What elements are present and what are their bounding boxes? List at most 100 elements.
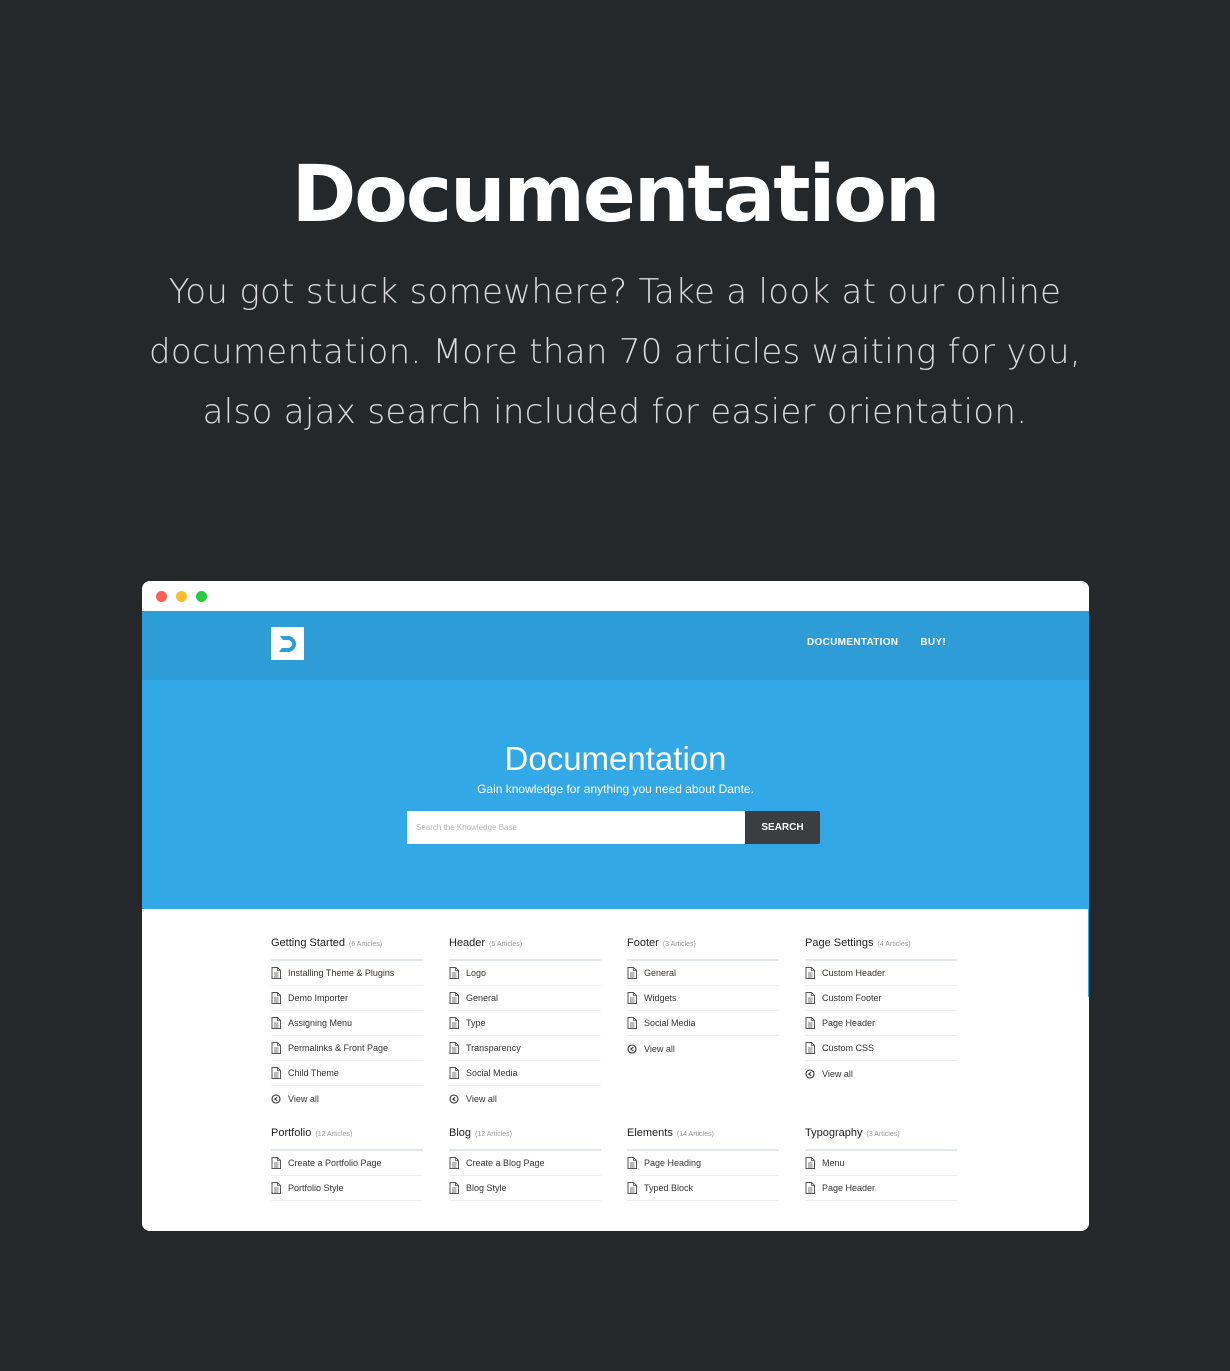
category-title[interactable]: Page Settings xyxy=(805,937,874,949)
category-title[interactable]: Blog xyxy=(449,1127,471,1139)
article-link[interactable]: Demo Importer xyxy=(271,986,423,1011)
category-grid: Getting Started (6 Articles) Installing Th… xyxy=(271,935,957,1201)
article-title: Child Theme xyxy=(288,1068,339,1078)
view-all-link[interactable]: View all xyxy=(449,1086,601,1111)
circle-arrow-icon xyxy=(805,1068,815,1079)
category-column: Footer (3 Articles) General Widgets Social M… xyxy=(627,935,779,1111)
category-header: Portfolio (12 Articles) xyxy=(271,1125,423,1151)
category-column: Portfolio (12 Articles) Create a Portfolio… xyxy=(271,1125,423,1201)
minimize-window-dot[interactable] xyxy=(176,591,187,602)
article-title: Demo Importer xyxy=(288,993,349,1003)
category-column: Blog (12 Articles) Create a Blog Page Blog … xyxy=(449,1125,601,1201)
view-all-link[interactable]: View all xyxy=(271,1086,423,1111)
nav-link-buy[interactable]: BUY! xyxy=(920,637,946,648)
document-icon xyxy=(805,992,815,1004)
article-link[interactable]: Menu xyxy=(805,1151,957,1176)
article-link[interactable]: Widgets xyxy=(627,986,779,1011)
document-icon xyxy=(449,1017,459,1029)
article-title: Page Heading xyxy=(644,1158,702,1168)
article-link[interactable]: Custom Header xyxy=(805,961,957,986)
article-title: Create a Blog Page xyxy=(466,1158,545,1168)
article-link[interactable]: Typed Block xyxy=(627,1176,779,1201)
article-link[interactable]: Type xyxy=(449,1011,601,1036)
category-header: Header (5 Articles) xyxy=(449,935,601,961)
search-input[interactable] xyxy=(407,811,745,844)
article-title: Social Media xyxy=(644,1018,696,1028)
article-title: Assigning Menu xyxy=(288,1018,353,1028)
search-button[interactable]: SEARCH xyxy=(745,811,820,844)
circle-arrow-icon xyxy=(627,1043,637,1054)
article-link[interactable]: Social Media xyxy=(627,1011,779,1036)
article-link[interactable]: Child Theme xyxy=(271,1061,423,1086)
promo-title: Documentation xyxy=(291,150,941,240)
article-link[interactable]: Page Heading xyxy=(627,1151,779,1176)
article-link[interactable]: Custom Footer xyxy=(805,986,957,1011)
hero-title: Documentation xyxy=(504,740,727,777)
view-all-label: View all xyxy=(822,1068,853,1079)
categories-section: Getting Started (6 Articles) Installing Th… xyxy=(142,909,1089,1231)
article-link[interactable]: Custom CSS xyxy=(805,1036,957,1061)
circle-arrow-icon xyxy=(271,1093,281,1104)
article-link[interactable]: Installing Theme & Plugins xyxy=(271,961,423,986)
category-column: Header (5 Articles) Logo General Type Transpa… xyxy=(449,935,601,1111)
scrollbar[interactable] xyxy=(1088,909,1089,997)
close-window-dot[interactable] xyxy=(156,591,167,602)
article-link[interactable]: Transparency xyxy=(449,1036,601,1061)
document-icon xyxy=(627,1157,637,1169)
category-header: Getting Started (6 Articles) xyxy=(271,935,423,961)
category-header: Footer (3 Articles) xyxy=(627,935,779,961)
article-link[interactable]: Portfolio Style xyxy=(271,1176,423,1201)
view-all-link[interactable]: View all xyxy=(805,1061,957,1086)
category-column: Elements (14 Articles) Page Heading Typed B… xyxy=(627,1125,779,1201)
document-icon xyxy=(271,1017,281,1029)
article-link[interactable]: General xyxy=(627,961,779,986)
category-header: Elements (14 Articles) xyxy=(627,1125,779,1151)
category-header: Typography (3 Articles) xyxy=(805,1125,957,1151)
hero-section: Documentation Gain knowledge for anythin… xyxy=(142,680,1089,909)
article-link[interactable]: Create a Blog Page xyxy=(449,1151,601,1176)
article-link[interactable]: Social Media xyxy=(449,1061,601,1086)
article-title: Custom CSS xyxy=(822,1043,875,1053)
document-icon xyxy=(627,992,637,1004)
article-title: General xyxy=(466,993,499,1003)
article-title: Installing Theme & Plugins xyxy=(288,968,395,978)
category-article-count: (3 Articles) xyxy=(866,1131,900,1138)
category-title[interactable]: Portfolio xyxy=(271,1127,311,1139)
article-link[interactable]: Page Header xyxy=(805,1011,957,1036)
article-link[interactable]: Permalinks & Front Page xyxy=(271,1036,423,1061)
document-icon xyxy=(271,992,281,1004)
category-title[interactable]: Header xyxy=(449,937,485,949)
document-icon xyxy=(627,1182,637,1194)
browser-window: DOCUMENTATION BUY! Documentation Gain kn… xyxy=(142,581,1089,1231)
category-title[interactable]: Elements xyxy=(627,1127,673,1139)
article-title: Custom Header xyxy=(822,968,886,978)
category-article-count: (5 Articles) xyxy=(489,941,523,948)
category-title[interactable]: Getting Started xyxy=(271,937,345,949)
category-article-count: (3 Articles) xyxy=(662,941,696,948)
document-icon xyxy=(627,967,637,979)
category-article-count: (14 Articles) xyxy=(676,1131,714,1138)
category-title[interactable]: Typography xyxy=(805,1127,862,1139)
nav-link-documentation[interactable]: DOCUMENTATION xyxy=(807,637,898,648)
article-link[interactable]: Blog Style xyxy=(449,1176,601,1201)
article-title: Create a Portfolio Page xyxy=(288,1158,382,1168)
article-link[interactable]: Create a Portfolio Page xyxy=(271,1151,423,1176)
category-title[interactable]: Footer xyxy=(627,937,659,949)
category-article-count: (4 Articles) xyxy=(877,941,911,948)
article-title: Portfolio Style xyxy=(288,1183,344,1193)
document-icon xyxy=(805,1017,815,1029)
document-icon xyxy=(271,1067,281,1079)
view-all-label: View all xyxy=(644,1043,675,1054)
view-all-label: View all xyxy=(466,1093,497,1104)
maximize-window-dot[interactable] xyxy=(196,591,207,602)
view-all-link[interactable]: View all xyxy=(627,1036,779,1061)
article-link[interactable]: Assigning Menu xyxy=(271,1011,423,1036)
article-title: Page Header xyxy=(822,1183,876,1193)
category-column: Page Settings (4 Articles) Custom Header Cu… xyxy=(805,935,957,1111)
article-link[interactable]: Logo xyxy=(449,961,601,986)
site-logo[interactable] xyxy=(271,627,304,660)
article-link[interactable]: Page Header xyxy=(805,1176,957,1201)
document-icon xyxy=(805,1042,815,1054)
document-icon xyxy=(449,1042,459,1054)
article-link[interactable]: General xyxy=(449,986,601,1011)
